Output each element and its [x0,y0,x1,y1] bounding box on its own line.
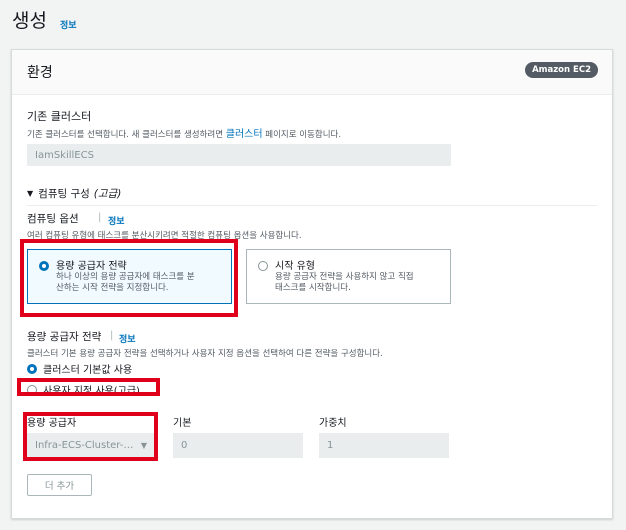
compute-options-label: 컴퓨팅 옵션 [27,213,79,225]
weight-input: 1 [319,433,449,458]
tile-desc-line-1: 용량 공급자 전략을 사용하지 않고 직접 [275,272,414,282]
compute-config-toggle[interactable]: ▼ 컴퓨팅 구성 (고급) [27,186,121,201]
clusters-page-link[interactable]: 클러스터 [226,129,263,140]
compute-options-separator: | [98,212,102,223]
highlight-box-custom-option [17,378,160,396]
launch-type-badge: Amazon EC2 [525,62,598,78]
col-base-header: 기본 [173,418,192,429]
existing-cluster-desc: 기존 클러스터를 선택합니다. 새 클러스터를 생성하려면 클러스터 페이지로 … [27,125,341,140]
existing-cluster-input: IamSkillECS [27,144,451,166]
tile-title: 시작 유형 [275,261,315,272]
highlight-box-provider-select [23,412,158,461]
compute-config-label: 컴퓨팅 구성 [38,188,90,200]
tile-desc-line-2: 태스크를 시작합니다. [275,283,351,293]
page-info-link[interactable]: 정보 [60,18,77,31]
capacity-strategy-desc: 클러스터 기본 용량 공급자 전략을 선택하거나 사용자 지정 옵션을 선택하여… [27,349,383,359]
capacity-strategy-separator: | [110,330,114,341]
existing-cluster-label: 기존 클러스터 [27,110,92,123]
compute-config-suffix: (고급) [93,188,122,200]
add-more-button[interactable]: 더 추가 [27,474,92,496]
option-cluster-default[interactable]: 클러스터 기본값 사용 [27,361,132,376]
compute-options-info-link[interactable]: 정보 [108,214,125,227]
capacity-strategy-label: 용량 공급자 전략 [27,331,102,343]
panel-header: 환경 Amazon EC2 [12,50,612,95]
divider [27,205,597,206]
capacity-strategy-info-link[interactable]: 정보 [119,332,136,345]
base-input: 0 [173,433,303,458]
col-weight-header: 가중치 [319,418,347,429]
highlight-box-capacity-tile [20,239,238,317]
cluster-default-label: 클러스터 기본값 사용 [43,365,133,376]
environment-panel: 환경 Amazon EC2 기존 클러스터 기존 클러스터를 선택합니다. 새 … [11,49,613,519]
existing-cluster-desc-text: 기존 클러스터를 선택합니다. 새 클러스터를 생성하려면 [27,130,226,140]
panel-title: 환경 [27,65,53,81]
tile-launch-type[interactable]: 시작 유형 용량 공급자 전략을 사용하지 않고 직접 태스크를 시작합니다. [246,249,451,304]
page-title: 생성 [12,10,47,32]
existing-cluster-desc-text-end: 페이지로 이동합니다. [262,130,342,140]
caret-down-icon: ▼ [27,189,34,198]
launch-type-radio[interactable] [258,261,268,271]
cluster-default-radio[interactable] [27,363,37,374]
